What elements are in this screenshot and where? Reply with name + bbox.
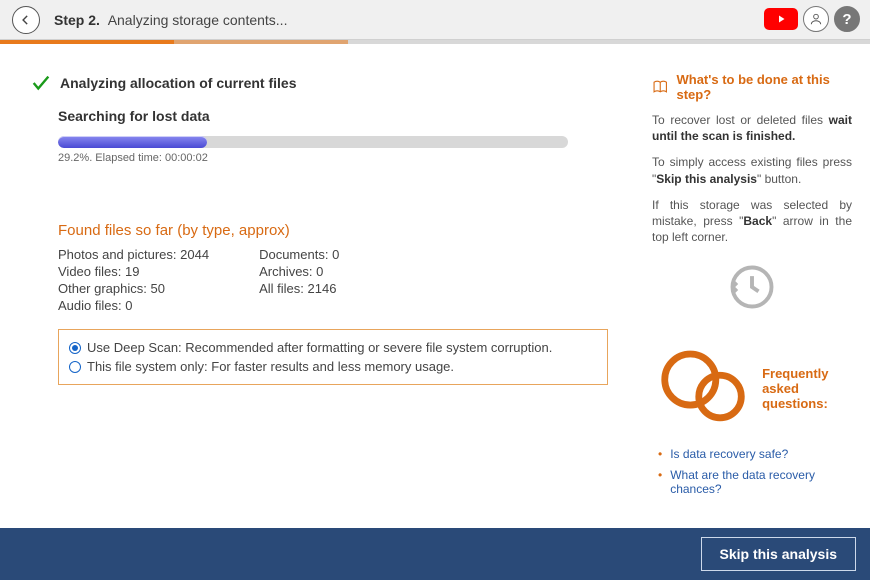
footer-bar: Skip this analysis	[0, 528, 870, 580]
current-task-label: Searching for lost data	[58, 108, 630, 124]
scan-progress-bar	[58, 136, 568, 148]
faq-icon	[652, 337, 754, 439]
faq-link[interactable]: Is data recovery safe?	[670, 447, 788, 461]
side-p1: To recover lost or deleted files wait un…	[652, 112, 852, 144]
back-button[interactable]	[12, 6, 40, 34]
scan-mode-deep-label: Use Deep Scan: Recommended after formatt…	[87, 340, 552, 355]
scan-mode-fs-only[interactable]: This file system only: For faster result…	[69, 357, 597, 376]
scan-mode-fs-only-label: This file system only: For faster result…	[87, 359, 454, 374]
faq-link[interactable]: What are the data recovery chances?	[670, 468, 852, 496]
skip-analysis-button[interactable]: Skip this analysis	[701, 537, 857, 571]
help-button[interactable]: ?	[834, 6, 860, 32]
stats-col-2: Documents: 0 Archives: 0 All files: 2146	[259, 247, 339, 313]
book-icon	[652, 78, 668, 96]
scan-progress-fill	[58, 136, 207, 148]
scan-mode-deep[interactable]: Use Deep Scan: Recommended after formatt…	[69, 338, 597, 357]
faq-title: Frequently asked questions:	[762, 366, 852, 411]
step-title: Step 2. Analyzing storage contents...	[54, 12, 287, 28]
scan-progress-text: 29.2%. Elapsed time: 00:00:02	[58, 152, 630, 164]
spinner-icon	[652, 261, 852, 313]
faq-header: Frequently asked questions:	[652, 337, 852, 439]
youtube-button[interactable]	[764, 8, 798, 30]
side-panel: What's to be done at this step? To recov…	[650, 44, 870, 528]
radio-icon	[69, 361, 81, 373]
found-files-stats: Photos and pictures: 2044 Video files: 1…	[58, 247, 630, 313]
scan-mode-box: Use Deep Scan: Recommended after formatt…	[58, 329, 608, 385]
found-files-header: Found files so far (by type, approx)	[58, 222, 630, 239]
side-header: What's to be done at this step?	[652, 72, 852, 102]
top-bar-actions: ?	[764, 6, 860, 32]
step-subtitle: Analyzing storage contents...	[108, 12, 288, 28]
account-button[interactable]	[803, 6, 829, 32]
main-panel: Analyzing allocation of current files Se…	[0, 44, 650, 528]
side-p3: If this storage was selected by mistake,…	[652, 197, 852, 246]
radio-icon	[69, 342, 81, 354]
faq-item: What are the data recovery chances?	[658, 468, 852, 496]
faq-list: Is data recovery safe? What are the data…	[652, 447, 852, 496]
task-done-label: Analyzing allocation of current files	[60, 75, 296, 91]
stats-col-1: Photos and pictures: 2044 Video files: 1…	[58, 247, 209, 313]
checkmark-icon	[30, 72, 52, 94]
step-number: Step 2.	[54, 12, 100, 28]
side-p2: To simply access existing files press "S…	[652, 154, 852, 186]
top-bar: Step 2. Analyzing storage contents... ?	[0, 0, 870, 40]
task-done-row: Analyzing allocation of current files	[30, 72, 630, 94]
faq-item: Is data recovery safe?	[658, 447, 852, 463]
side-title: What's to be done at this step?	[676, 72, 852, 102]
